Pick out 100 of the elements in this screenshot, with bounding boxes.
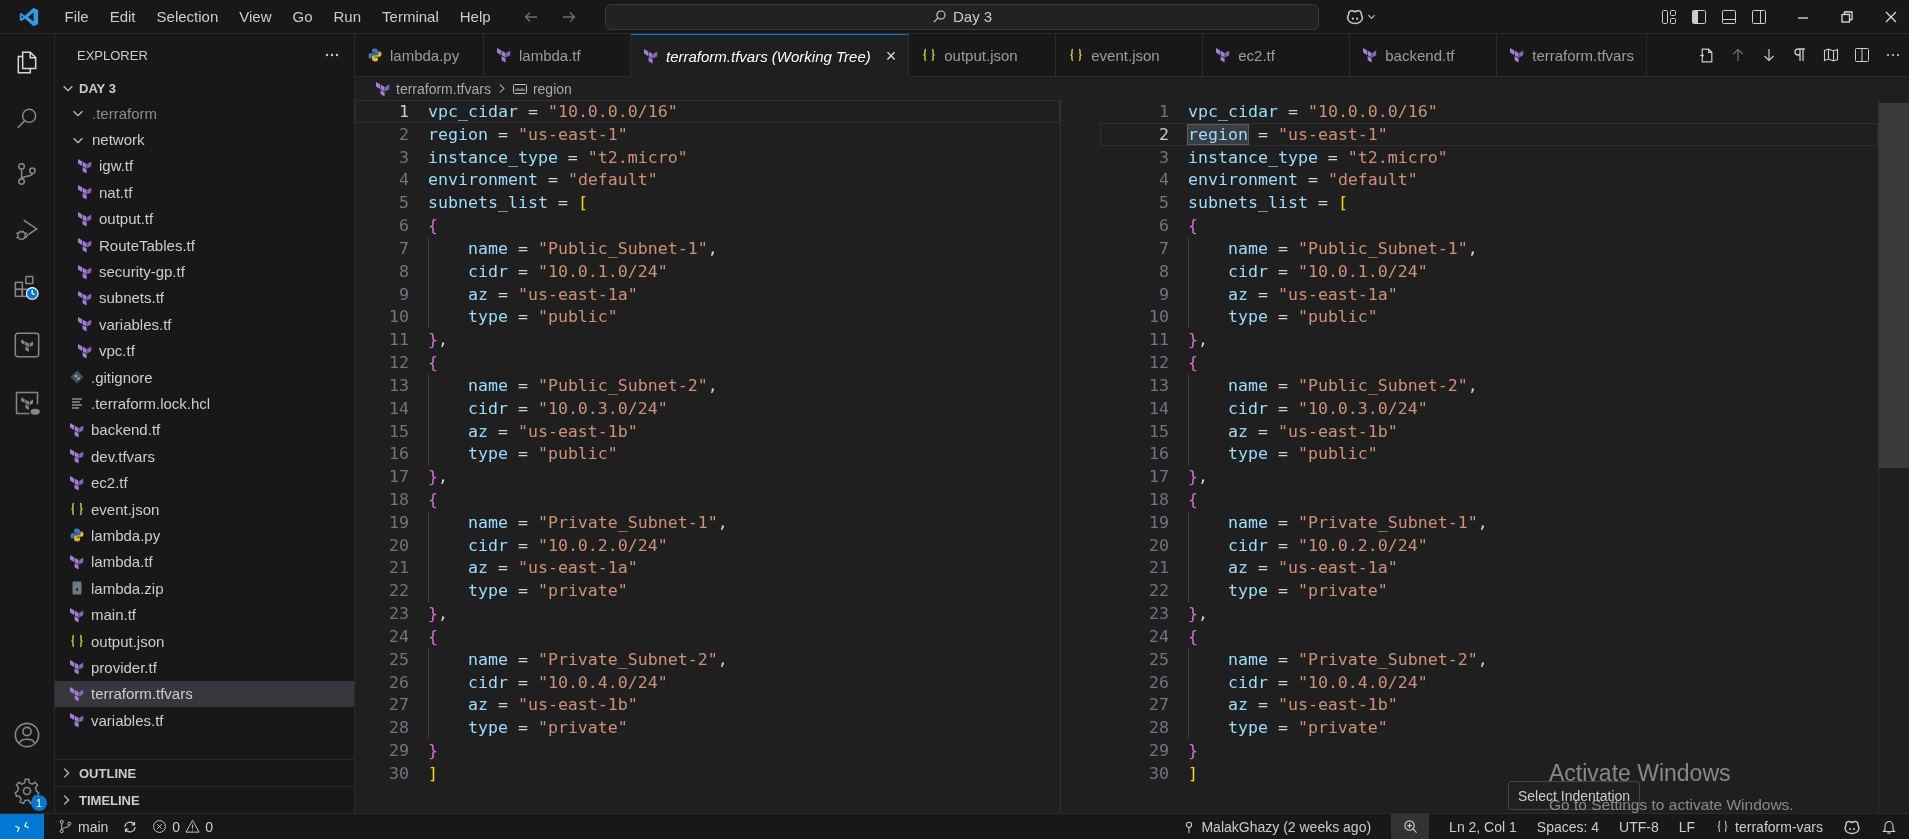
copilot-icon[interactable] (1843, 818, 1861, 835)
code-line: { (1188, 215, 1198, 237)
editor-tab[interactable]: ec2.tf (1203, 34, 1351, 76)
pilcrow-icon[interactable] (1792, 47, 1808, 63)
activation-title: Activate Windows (1549, 760, 1731, 787)
terraform-icon (77, 316, 93, 333)
tree-item[interactable]: lambda.py (55, 522, 354, 549)
editor-tab[interactable]: backend.tf (1350, 34, 1498, 76)
problems-status[interactable]: 0 0 (152, 818, 213, 835)
explorer-title: EXPLORER (77, 47, 148, 63)
terraform-icon (77, 263, 93, 280)
line-number: 23 (388, 604, 410, 624)
line-number: 13 (1148, 375, 1170, 395)
editor-tab[interactable]: output.json (909, 34, 1057, 76)
tree-item[interactable]: security-gp.tf (55, 258, 354, 285)
menu-item[interactable]: View (228, 8, 282, 25)
line-number: 16 (388, 444, 410, 464)
next-change-icon[interactable] (1761, 47, 1777, 63)
editor-tab[interactable]: terraform.tfvars (1497, 34, 1647, 76)
language-mode[interactable]: terraform-vars (1715, 818, 1823, 835)
panel-toggle-icon[interactable] (1721, 8, 1737, 25)
menu-item[interactable]: Run (323, 8, 372, 25)
indentation-status[interactable]: Spaces: 4 (1536, 818, 1600, 835)
zoom-button[interactable] (1391, 814, 1430, 839)
line-number: 14 (1148, 398, 1170, 418)
tree-item[interactable]: .terraform (55, 100, 354, 127)
tree-item[interactable]: event.json (55, 495, 354, 523)
tree-item[interactable]: .terraform.lock.hcl (55, 390, 354, 417)
menu-item[interactable]: Go (282, 8, 323, 25)
menu-item[interactable]: Edit (99, 8, 147, 25)
tree-item[interactable]: RouteTables.tf (55, 231, 354, 259)
line-number: 25 (1148, 649, 1170, 669)
settings-icon[interactable] (13, 777, 41, 805)
breadcrumb-item[interactable]: terraform.tfvars (375, 80, 491, 97)
tree-item[interactable]: network (55, 126, 354, 153)
terraform-icon[interactable] (13, 331, 41, 359)
previous-change-icon[interactable] (1730, 47, 1746, 63)
tree-item[interactable]: lambda.zip (55, 575, 354, 602)
line-number: 9 (398, 284, 410, 304)
encoding-status[interactable]: UTF-8 (1619, 818, 1659, 835)
error-icon (152, 819, 168, 834)
terraform-cloud-icon[interactable] (13, 389, 41, 417)
extensions-icon[interactable] (13, 273, 41, 301)
workspace-folder[interactable]: DAY 3 (55, 76, 354, 100)
line-number: 28 (388, 718, 410, 738)
tree-item[interactable]: ec2.tf (55, 469, 354, 496)
customize-layout-icon[interactable] (1661, 8, 1677, 25)
code-line: environment = "default" (1188, 169, 1418, 192)
close-tab-button[interactable]: × (885, 45, 897, 67)
collapsed-section[interactable]: OUTLINE (55, 759, 354, 786)
open-file-icon[interactable] (1698, 46, 1715, 64)
terraform-icon (69, 474, 85, 491)
map-icon[interactable] (1823, 47, 1839, 63)
line-ending-status[interactable]: LF (1678, 818, 1696, 835)
secondary-sidebar-toggle-icon[interactable] (1751, 8, 1767, 25)
editor-tab[interactable]: terraform.tfvars (Working Tree) × (631, 34, 910, 77)
app-logo-icon (18, 5, 40, 28)
code-line: ] (428, 762, 438, 785)
branch-status[interactable]: main (58, 818, 109, 835)
tree-item[interactable]: .gitignore (55, 363, 354, 391)
line-number: 6 (398, 216, 410, 236)
tree-item[interactable]: main.tf (55, 601, 354, 628)
tree-item[interactable]: igw.tf (55, 152, 354, 180)
tree-item[interactable]: provider.tf (55, 654, 354, 681)
tree-item[interactable]: output.tf (55, 205, 354, 232)
command-center[interactable]: Day 3 (605, 3, 1320, 30)
tree-item[interactable]: subnets.tf (55, 284, 354, 312)
terraform-icon (69, 685, 85, 702)
tree-item[interactable]: output.json (55, 627, 354, 655)
tree-item[interactable]: vpc.tf (55, 337, 354, 364)
diamond-icon (69, 369, 85, 386)
split-editor-icon[interactable] (1854, 47, 1870, 63)
blame-status[interactable]: MalakGhazy (2 weeks ago) (1182, 818, 1372, 835)
restore-icon[interactable] (1839, 8, 1855, 25)
tree-item[interactable]: nat.tf (55, 179, 354, 206)
cursor-position[interactable]: Ln 2, Col 1 (1449, 818, 1517, 835)
sidebar-toggle-icon[interactable] (1691, 8, 1707, 25)
line-number: 3 (398, 147, 410, 167)
menu-item[interactable]: Selection (146, 8, 229, 25)
tree-item[interactable]: variables.tf (55, 311, 354, 338)
account-icon[interactable] (13, 721, 41, 749)
scrollbar-thumb[interactable] (1879, 103, 1909, 468)
tree-item[interactable]: lambda.tf (55, 548, 354, 576)
notifications-icon[interactable] (1881, 818, 1897, 835)
tree-item[interactable]: backend.tf (55, 416, 354, 444)
sync-icon[interactable] (122, 818, 139, 835)
run-debug-icon[interactable] (14, 217, 40, 243)
line-number: 28 (1148, 718, 1170, 738)
menu-item[interactable]: Help (449, 8, 502, 25)
menu-item[interactable]: File (54, 8, 100, 25)
editor-tab[interactable]: lambda.py (355, 34, 484, 76)
editor-tab[interactable]: event.json (1056, 34, 1204, 76)
line-number: 5 (1158, 193, 1170, 213)
tree-item[interactable]: dev.tfvars (55, 443, 354, 470)
line-number: 21 (388, 558, 410, 578)
tree-item[interactable]: variables.tf (55, 707, 354, 734)
menu-item[interactable]: Terminal (371, 8, 450, 25)
breadcrumb-item[interactable]: region (511, 80, 572, 97)
line-number: 24 (1148, 626, 1170, 646)
tree-item[interactable]: terraform.tfvars (55, 680, 354, 707)
